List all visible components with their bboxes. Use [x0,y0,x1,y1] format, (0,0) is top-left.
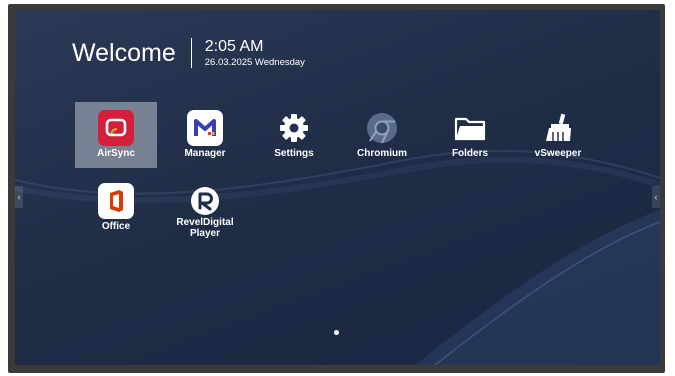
office-icon [98,183,134,219]
page-indicator-dot[interactable] [334,330,339,335]
welcome-header: Welcome 2:05 AM 26.03.2025 Wednesday [72,38,305,68]
app-vsweeper[interactable]: vSweeper [517,102,599,168]
app-manager[interactable]: Manager [164,102,246,168]
app-folders[interactable]: Folders [429,102,511,168]
reveldigital-icon [187,183,223,219]
app-chromium[interactable]: Chromium [341,102,423,168]
app-reveldigital-player[interactable]: RevelDigital Player [164,175,246,241]
clock-time: 2:05 AM [204,38,264,55]
chromium-icon [364,110,400,146]
welcome-title: Welcome [72,38,176,67]
home-screen: Welcome 2:05 AM 26.03.2025 Wednesday Air… [15,10,660,365]
gear-icon [276,110,312,146]
app-label: Folders [451,148,489,159]
app-label: RevelDigital Player [164,217,246,239]
app-label: AirSync [97,148,135,159]
header-divider [190,38,192,68]
left-edge-arrow[interactable]: ‹ [15,186,23,208]
app-label: Manager [184,148,226,159]
clock: 2:05 AM 26.03.2025 Wednesday [205,38,305,68]
folder-icon [452,110,488,146]
app-label: Office [101,221,131,232]
app-label: vSweeper [534,148,582,159]
clock-date: 26.03.2025 Wednesday [204,57,305,68]
manager-icon [187,110,223,146]
app-office[interactable]: Office [75,175,157,241]
app-label: Settings [274,148,314,159]
airsync-icon [98,110,134,146]
right-edge-arrow[interactable]: ‹ [652,186,660,208]
app-airsync[interactable]: AirSync [75,102,157,168]
app-label-line2: Player [189,228,221,239]
app-label-line1: RevelDigital [176,217,234,228]
app-settings[interactable]: Settings [253,102,335,168]
broom-icon [540,110,576,146]
app-label: Chromium [357,148,407,159]
